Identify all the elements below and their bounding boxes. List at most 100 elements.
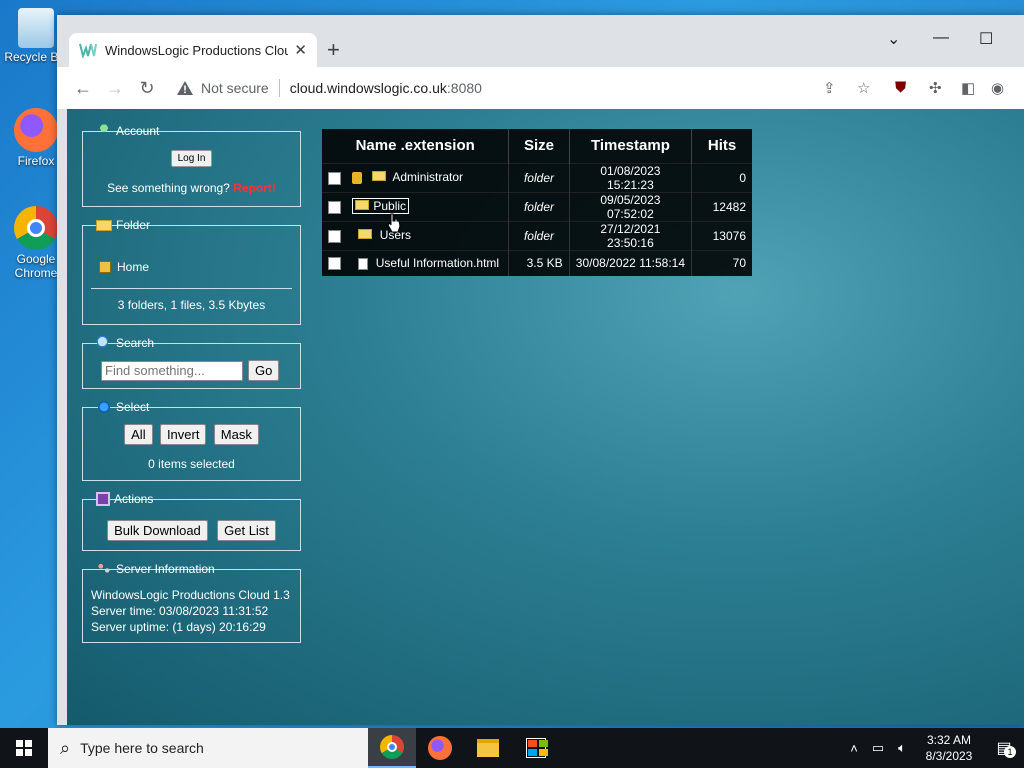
clock-time: 3:32 AM (926, 733, 972, 747)
file-name-link[interactable]: Administrator (392, 170, 463, 184)
column-header-name[interactable]: Name .extension (322, 129, 510, 163)
taskbar-file-explorer[interactable] (464, 728, 512, 768)
search-legend: Search (93, 336, 157, 350)
row-checkbox[interactable] (328, 229, 341, 243)
select-panel: Select All Invert Mask 0 items selected (82, 400, 301, 481)
floppy-disk-icon (96, 492, 110, 506)
folder-legend: Folder (93, 218, 153, 232)
chevron-up-icon[interactable]: ˄ (842, 741, 866, 756)
select-title: Select (116, 400, 150, 414)
site-favicon-icon (79, 43, 97, 58)
hovered-item[interactable]: Public (352, 198, 410, 215)
table-row: Useful Information.html 3.5 KB 30/08/202… (322, 249, 752, 276)
firefox-icon (14, 108, 58, 152)
column-header-size[interactable]: Size (508, 129, 570, 163)
file-timestamp: 09/05/2023 07:52:02 (569, 191, 693, 221)
warning-icon (177, 81, 193, 95)
tab-strip: WindowsLogic Productions Cloud ✕ + ⌄ — ☐ (57, 15, 1024, 67)
file-hits: 70 (691, 249, 752, 276)
folder-title: Folder (116, 218, 151, 232)
maximize-icon[interactable]: ☐ (979, 29, 993, 49)
account-panel: Account Log In See something wrong? Repo… (82, 124, 301, 207)
folder-panel: Folder Home 3 folders, 1 files, 3.5 Kbyt… (82, 218, 301, 325)
profile-avatar-icon[interactable]: ◉ (991, 79, 1004, 97)
side-panel-icon[interactable]: ◧ (961, 79, 975, 97)
forward-arrow-icon[interactable]: → (99, 78, 131, 99)
login-button[interactable]: Log In (170, 150, 213, 167)
notification-center-button[interactable]: ▤ 1 (984, 738, 1024, 758)
file-timestamp: 30/08/2022 11:58:14 (569, 249, 693, 276)
home-link[interactable]: Home (117, 260, 149, 274)
windows-logo-icon (16, 740, 32, 756)
file-name-link[interactable]: Useful Information.html (376, 256, 499, 270)
back-arrow-icon[interactable]: ← (67, 78, 99, 99)
server-time: Server time: 03/08/2023 11:31:52 (91, 604, 269, 618)
taskbar-search-placeholder: Type here to search (80, 740, 204, 756)
row-checkbox[interactable] (328, 200, 341, 214)
column-header-timestamp[interactable]: Timestamp (569, 129, 693, 163)
file-hits: 12482 (691, 191, 752, 221)
new-tab-icon[interactable]: + (327, 37, 340, 63)
wrong-text: See something wrong? (107, 181, 230, 195)
browser-window: WindowsLogic Productions Cloud ✕ + ⌄ — ☐… (57, 15, 1024, 725)
document-icon (358, 257, 369, 270)
address-separator (278, 79, 280, 97)
column-header-hits[interactable]: Hits (692, 129, 752, 163)
browser-tab[interactable]: WindowsLogic Productions Cloud ✕ (69, 33, 317, 67)
search-input[interactable] (101, 360, 243, 381)
system-tray: ˄ ▭ 🔈︎ 3:32 AM 8/3/2023 ▤ 1 (842, 728, 1024, 768)
extensions-icon[interactable]: ✣ (929, 79, 942, 97)
reload-icon[interactable]: ↻ (131, 78, 163, 99)
get-list-button[interactable]: Get List (217, 520, 276, 541)
select-all-button[interactable]: All (124, 424, 153, 445)
not-secure-label: Not secure (201, 80, 269, 96)
url-host: cloud.windowslogic.co.uk (289, 80, 447, 96)
share-icon[interactable]: ⇪ (823, 79, 836, 97)
hand-cursor-icon (387, 213, 401, 233)
select-invert-button[interactable]: Invert (159, 424, 207, 445)
minimize-icon[interactable]: — (933, 29, 949, 47)
folder-icon (96, 219, 112, 231)
tab-close-icon[interactable]: ✕ (294, 41, 307, 59)
search-icon: ⌕ (60, 737, 71, 758)
browser-toolbar: ← → ↻ Not secure cloud.windowslogic.co.u… (57, 67, 1024, 109)
tab-search-chevron-icon[interactable]: ⌄ (887, 29, 900, 49)
search-panel: Search Go (82, 336, 301, 389)
clock-date: 8/3/2023 (925, 749, 973, 763)
search-go-button[interactable]: Go (248, 360, 280, 381)
clock[interactable]: 3:32 AM 8/3/2023 (914, 732, 984, 764)
bookmark-star-icon[interactable]: ☆ (857, 79, 870, 97)
volume-icon[interactable]: 🔈︎ (890, 740, 914, 756)
folder-icon (358, 229, 373, 240)
taskbar-search-box[interactable]: ⌕ Type here to search (48, 728, 368, 768)
ublock-icon[interactable]: ⛊ (895, 79, 906, 96)
network-icon[interactable]: ▭ (866, 740, 890, 756)
taskbar-store[interactable] (512, 728, 560, 768)
search-title: Search (116, 336, 155, 350)
taskbar-firefox[interactable] (416, 728, 464, 768)
report-link[interactable]: Report! (233, 181, 276, 195)
select-mask-button[interactable]: Mask (213, 424, 259, 445)
start-button[interactable] (0, 728, 48, 768)
file-size: folder (508, 191, 570, 221)
address-bar[interactable]: Not secure cloud.windowslogic.co.uk:8080 (165, 71, 881, 105)
home-icon (99, 261, 111, 273)
file-size: folder (508, 220, 570, 250)
folder-divider (91, 288, 292, 289)
account-title: Account (116, 124, 160, 138)
url-port: :8080 (446, 80, 482, 96)
magnifier-icon (96, 336, 112, 350)
store-icon (526, 738, 548, 758)
taskbar-chrome[interactable] (368, 728, 416, 768)
row-checkbox[interactable] (328, 257, 341, 271)
file-name-link[interactable]: Public (373, 199, 406, 213)
chrome-icon (380, 735, 404, 759)
actions-title: Actions (114, 492, 154, 506)
row-checkbox[interactable] (328, 171, 341, 185)
file-size: 3.5 KB (508, 249, 570, 276)
server-version: WindowsLogic Productions Cloud 1.3 (91, 588, 290, 602)
firefox-icon (428, 736, 452, 760)
server-uptime: Server uptime: (1 days) 20:16:29 (91, 620, 266, 634)
bulk-download-button[interactable]: Bulk Download (107, 520, 208, 541)
file-hits: 13076 (691, 220, 752, 250)
